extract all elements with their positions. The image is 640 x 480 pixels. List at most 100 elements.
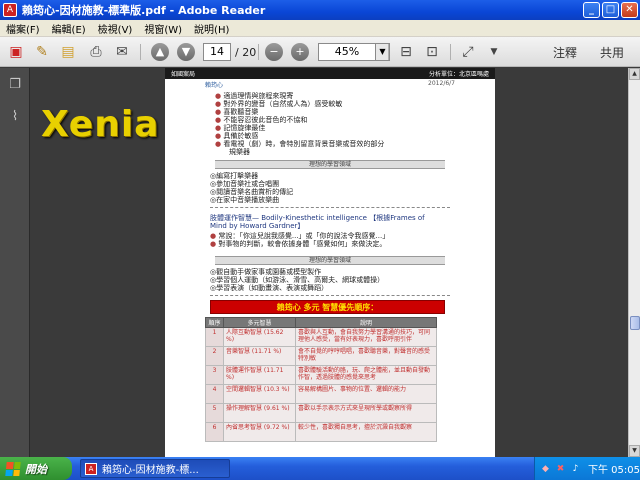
table-header: 說明 xyxy=(295,317,437,328)
email-button[interactable]: ✉ xyxy=(112,42,132,62)
vertical-scrollbar[interactable]: ▲ ▼ xyxy=(628,68,640,457)
scroll-down-arrow[interactable]: ▼ xyxy=(629,445,640,457)
document-area[interactable]: Xenia 如國案局 分析單位：北京區嗎處 賴筠心 2012/6/7 ● 適過理… xyxy=(31,68,628,457)
bullet-item: ● 常說：「你這兒說我感覺...」或「你的說法令我感覺...」 xyxy=(210,232,390,240)
bullet-item: ● 對外界的變音（自然或人為）感受較敏 xyxy=(215,100,343,108)
page-navigator: 14 / 20 xyxy=(203,42,256,62)
system-tray: ◆ ✖ ♪ 下午 05:05 xyxy=(534,457,640,480)
open-button[interactable]: ▤ xyxy=(58,42,78,62)
volume-icon[interactable]: ♪ xyxy=(571,463,580,475)
intelligence-cell: 操作理解智慧 (9.61 %) xyxy=(223,403,296,423)
page-number-input[interactable]: 14 xyxy=(203,43,231,61)
fit-page-icon: ⊡ xyxy=(426,44,438,60)
pdf-page[interactable]: 如國案局 分析單位：北京區嗎處 賴筠心 2012/6/7 ● 適過理情與旅程來現… xyxy=(165,68,495,457)
chevron-down-icon: ▼ xyxy=(490,47,498,57)
menu-help[interactable]: 說明(H) xyxy=(194,21,229,36)
zoom-select[interactable]: 45% ▼ xyxy=(318,42,390,62)
share-button[interactable]: 共用 xyxy=(600,42,624,62)
start-button[interactable]: 開始 xyxy=(0,457,72,480)
intelligence-title: 肢體運作智慧— Bodily-Kinesthetic intelligence … xyxy=(210,214,425,222)
intelligence-cell: 空間邏輯智慧 (10.3 %) xyxy=(223,384,296,404)
menu-view[interactable]: 檢視(V) xyxy=(98,21,133,36)
scroll-up-arrow[interactable]: ▲ xyxy=(629,68,640,80)
taskbar-window-item[interactable]: A 賴筠心-因材施教-標... xyxy=(80,459,230,478)
zoom-in-button[interactable]: + xyxy=(291,42,309,62)
edit-button[interactable]: ✎ xyxy=(32,42,52,62)
table-row: 1 人際互動智慧 (15.62 %) 喜歡與人互動，會自我努力學習溝通的技巧，可同理… xyxy=(205,327,437,347)
toolbar-options-button[interactable]: ▼ xyxy=(484,42,504,62)
page-header-right: 分析單位：北京區嗎處 xyxy=(428,71,489,78)
page-thumbnails-icon[interactable]: ❐ xyxy=(7,76,23,94)
list-item: ◎參加音樂社或合唱團 xyxy=(210,180,280,188)
student-name: 賴筠心 xyxy=(205,82,224,89)
windows-logo-icon xyxy=(5,461,21,476)
previous-page-button[interactable]: ▲ xyxy=(151,42,169,62)
fit-page-button[interactable]: ⊡ xyxy=(422,42,442,62)
bullet-item: ● 看電視（劇）時，會特別留意背景音樂或音效的部分 xyxy=(215,140,385,148)
description-cell: 較少性，喜歡獨自思考，擅於沉澱自我觀察 xyxy=(295,422,437,442)
description-cell: 容易解構圖片、事物的位置、邏輯的能力 xyxy=(295,384,437,404)
zoom-value[interactable]: 45% xyxy=(318,43,376,61)
acrobat-tray-icon[interactable]: ◆ xyxy=(541,463,550,475)
minimize-button[interactable]: _ xyxy=(583,2,600,18)
menu-window[interactable]: 視窗(W) xyxy=(144,21,182,36)
intelligence-cell: 肢體運作智慧 (11.71 %) xyxy=(223,365,296,385)
fit-width-icon: ⊟ xyxy=(400,44,412,60)
fit-width-button[interactable]: ⊟ xyxy=(396,42,416,62)
expand-icon: ⤢ xyxy=(462,44,474,60)
table-header: 多元智慧 xyxy=(223,317,296,328)
printer-icon: ⎙ xyxy=(90,44,102,60)
table-row: 2 音樂智慧 (11.71 %) 會不自覺的哼哼唱唱，喜歡聽音樂，對聲音的感受特別敏 xyxy=(205,346,437,366)
create-pdf-button[interactable]: ▣ xyxy=(6,42,26,62)
table-row: 4 空間邏輯智慧 (10.3 %) 容易解構圖片、事物的位置、邏輯的能力 xyxy=(205,384,437,404)
maximize-button[interactable]: □ xyxy=(602,2,619,18)
table-row: 5 操作理解智慧 (9.61 %) 喜歡以手示表示方式來呈現所學或觀察所得 xyxy=(205,403,437,423)
menu-file[interactable]: 檔案(F) xyxy=(6,21,40,36)
pencil-icon: ✎ xyxy=(36,44,48,60)
menu-edit[interactable]: 編輯(E) xyxy=(52,21,86,36)
list-item: ◎閱讀音樂名曲賞析的傳記 xyxy=(210,188,294,196)
plus-icon: + xyxy=(291,43,309,61)
toolbar-separator xyxy=(140,44,141,60)
folder-icon: ▤ xyxy=(61,44,75,60)
comment-button[interactable]: 注釋 xyxy=(553,42,577,62)
priority-banner: 賴筠心 多元 智慧優先順序： xyxy=(210,300,445,314)
arrow-down-icon: ▼ xyxy=(177,43,195,61)
list-item: ◎學習表演（如動畫演、表演或舞蹈） xyxy=(210,284,329,292)
page-header-left: 如國案局 xyxy=(171,71,196,78)
divider xyxy=(210,295,450,296)
rank-cell: 6 xyxy=(205,422,224,442)
envelope-icon: ✉ xyxy=(116,44,128,60)
zoom-out-button[interactable]: − xyxy=(265,42,283,62)
intelligence-cell: 內省思考智慧 (9.72 %) xyxy=(223,422,296,442)
list-item: ◎在家中音樂播放樂曲 xyxy=(210,196,280,204)
print-button[interactable]: ⎙ xyxy=(86,42,106,62)
clock[interactable]: 下午 05:05 xyxy=(588,461,640,476)
next-page-button[interactable]: ▼ xyxy=(177,42,195,62)
intelligence-title-cont: Mind by Howard Gardner】 xyxy=(210,222,305,230)
close-button[interactable]: ✕ xyxy=(621,2,638,18)
toolbar-separator xyxy=(388,44,389,60)
description-cell: 喜歡與人互動，會自我努力學習溝通的技巧，可同理他人感受，當有好表現力，喜歡呼朋引… xyxy=(295,327,437,347)
adobe-reader-window: A 賴筠心-因材施教-標準版.pdf - Adobe Reader _ □ ✕ … xyxy=(0,0,640,480)
toolbar-separator xyxy=(258,44,259,60)
security-tray-icon[interactable]: ✖ xyxy=(556,463,565,475)
bullet-item: ● 記憶旋律最佳 xyxy=(215,124,266,132)
page-header: 如國案局 分析單位：北京區嗎處 xyxy=(165,68,495,79)
bullet-item: ● 對事物的判斷，較會依據身體「感覺如何」來做決定。 xyxy=(210,240,387,248)
list-item: ◎編寫打擊樂器 xyxy=(210,172,259,180)
scrollbar-thumb[interactable] xyxy=(630,316,640,330)
toolbar: ▣ ✎ ▤ ⎙ ✉ ▲ ▼ 14 / 20 − + 45% ▼ ⊟ ⊡ ⤢ ▼ … xyxy=(0,37,640,67)
title-bar[interactable]: A 賴筠心-因材施教-標準版.pdf - Adobe Reader _ □ ✕ xyxy=(0,0,640,20)
intelligence-cell: 人際互動智慧 (15.62 %) xyxy=(223,327,296,347)
paperclip-icon[interactable]: ⌇ xyxy=(7,108,23,126)
full-screen-button[interactable]: ⤢ xyxy=(458,42,478,62)
arrow-up-icon: ▲ xyxy=(151,43,169,61)
bullet-item: ● 具備於敏感 xyxy=(215,132,259,140)
comment-label: 注釋 xyxy=(553,45,578,60)
rank-cell: 3 xyxy=(205,365,224,385)
start-label: 開始 xyxy=(25,462,47,476)
rank-cell: 1 xyxy=(205,327,224,347)
table-row: 3 肢體運作智慧 (11.71 %) 喜歡體驗活動的胳，玩、爬之體能，並且動自發動作… xyxy=(205,365,437,385)
toolbar-separator xyxy=(450,44,451,60)
